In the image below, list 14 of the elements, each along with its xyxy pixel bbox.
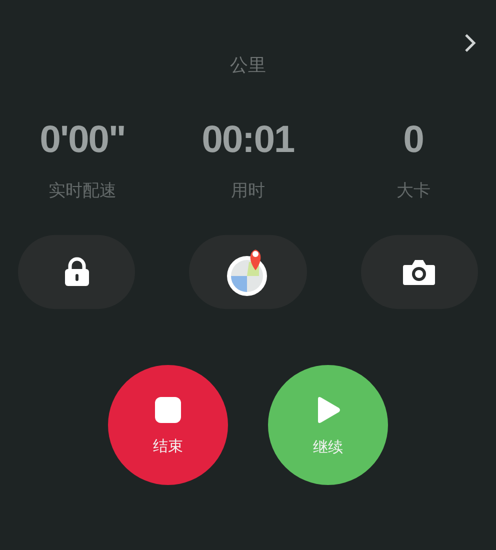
stat-label: 用时 bbox=[230, 180, 265, 203]
stat-value: 0'00" bbox=[40, 121, 126, 159]
stop-button[interactable]: 结束 bbox=[108, 364, 228, 484]
stat-value: 0 bbox=[403, 121, 424, 159]
stat-label: 大卡 bbox=[396, 180, 430, 203]
play-button[interactable]: 继续 bbox=[268, 364, 388, 484]
chevron-right-icon[interactable] bbox=[464, 33, 476, 53]
stat-label: 实时配速 bbox=[48, 180, 117, 203]
stat-value: 00:01 bbox=[202, 121, 294, 159]
distance-unit: 公里 bbox=[230, 54, 266, 78]
stop-icon bbox=[155, 397, 181, 424]
lock-icon bbox=[62, 256, 91, 286]
camera-icon bbox=[402, 258, 436, 286]
play-icon bbox=[315, 396, 341, 424]
